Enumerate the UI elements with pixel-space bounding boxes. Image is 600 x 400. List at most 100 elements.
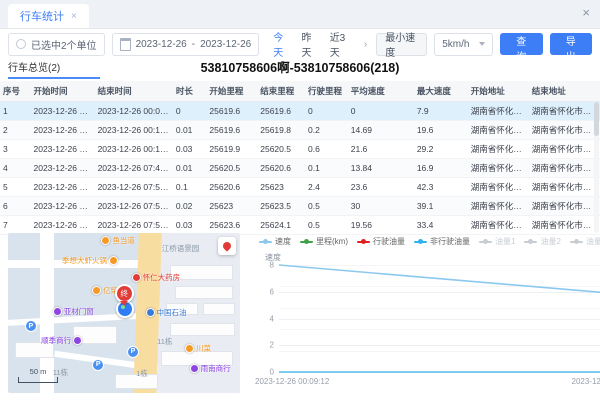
map-poi-poi[interactable]: 怀仁大药房	[132, 272, 181, 283]
range-button-today[interactable]: 今天	[266, 29, 294, 59]
table-cell: 25619.6	[206, 102, 257, 121]
tab-driving-statistics[interactable]: 行车统计 ×	[8, 4, 89, 28]
date-range-picker[interactable]: 2023-12-26 - 2023-12-26	[112, 33, 260, 56]
table-cell: 2.4	[305, 178, 348, 197]
window-close-icon[interactable]: ×	[582, 5, 590, 20]
poi-marker-icon	[92, 286, 101, 295]
unit-select-value: 已选中2个单位	[31, 37, 97, 52]
left-axis-tick: 2	[270, 341, 274, 350]
map-poi-label: 1栋	[136, 368, 148, 379]
table-row[interactable]: 52023-12-26 07:44:032023-12-26 07:50:090…	[0, 178, 600, 197]
export-button[interactable]: 导出	[550, 33, 592, 55]
overview-tab[interactable]: 行车总览(2)	[8, 59, 100, 79]
unit-select[interactable]: 已选中2个单位	[8, 33, 105, 56]
legend-item-mileage[interactable]: 里程(km)	[300, 236, 348, 247]
range-button-yesterday[interactable]: 昨天	[294, 29, 322, 59]
table-cell: 1	[0, 102, 31, 121]
legend-item-fuel-1[interactable]: 油量1	[479, 236, 515, 247]
table-cell: 0.5	[305, 197, 348, 216]
poi-marker-icon	[190, 364, 199, 373]
parking-icon: P	[127, 346, 139, 358]
column-header: 行驶里程	[305, 81, 348, 102]
table-cell: 湖南省怀化市沅陵县沅...	[468, 159, 529, 178]
map-panel[interactable]: 鱼当道季想大虾火锅江桥语景园怀仁大药房亿柴火鸡亚材门窗中国石油顺季商行川菜雨南商…	[8, 233, 240, 393]
map-poi-poi[interactable]: 亚材门窗	[53, 306, 94, 317]
table-cell: 湖南省怀化市沅陵县沅...	[468, 178, 529, 197]
column-header: 时长	[173, 81, 207, 102]
legend-label: 油量3	[586, 236, 600, 247]
map-poi-poi[interactable]: 季想大虾火锅	[62, 255, 118, 266]
table-cell: 25623	[257, 178, 305, 197]
table-cell: 30	[348, 197, 414, 216]
min-speed-select[interactable]: 5km/h	[434, 33, 493, 56]
table-row[interactable]: 22023-12-26 00:13:022023-12-26 00:13:510…	[0, 121, 600, 140]
legend-item-speed[interactable]: 速度	[259, 236, 291, 247]
table-cell: 0.01	[173, 121, 207, 140]
table-cell: 3	[0, 140, 31, 159]
legend-label: 非行驶油量	[430, 236, 470, 247]
table-scrollbar[interactable]	[594, 102, 599, 233]
table-cell: 16.9	[414, 159, 468, 178]
table-cell: 25619.9	[206, 140, 257, 159]
table-cell: 湖南省怀化市沅陵县沅...	[468, 140, 529, 159]
chart-plot-area: 速度 里程(km) 2023-12-26 00:09:12 2023-12-26…	[279, 265, 600, 373]
legend-item-fuel-2[interactable]: 油量2	[524, 236, 560, 247]
table-row[interactable]: 62023-12-26 07:50:302023-12-26 07:51:300…	[0, 197, 600, 216]
poi-label: 亚材门窗	[64, 306, 94, 317]
map-poi-parking[interactable]: P	[127, 346, 139, 358]
range-button-last-3-days[interactable]: 近3天	[323, 29, 355, 59]
table-row[interactable]: 42023-12-26 07:43:222023-12-26 07:43:480…	[0, 159, 600, 178]
query-button[interactable]: 查询	[500, 33, 542, 55]
legend-item-driving-fuel[interactable]: 行驶油量	[357, 236, 405, 247]
map-poi-parking[interactable]: P	[25, 320, 37, 332]
poi-label: 季想大虾火锅	[62, 255, 107, 266]
table-cell: 湖南省怀化市沅陵县沅...	[468, 121, 529, 140]
table-cell: 25619.8	[257, 121, 305, 140]
map-poi-parking[interactable]: P	[92, 359, 104, 371]
bottom-panels: 鱼当道季想大虾火锅江桥语景园怀仁大药房亿柴火鸡亚材门窗中国石油顺季商行川菜雨南商…	[0, 231, 600, 397]
table-cell: 25623	[206, 197, 257, 216]
column-header: 平均速度	[348, 81, 414, 102]
table-cell: 0.6	[305, 140, 348, 159]
table-row[interactable]: 12023-12-26 00:09:122023-12-26 00:09:250…	[0, 102, 600, 121]
x-axis-end-label: 2023-12-26 00:09:22	[572, 377, 600, 386]
legend-fuel-2-icon	[524, 241, 537, 243]
scrollbar-thumb[interactable]	[594, 102, 599, 136]
legend-label: 速度	[275, 236, 291, 247]
trip-table-wrap: 序号开始时间结束时间时长开始里程结束里程行驶里程平均速度最大速度开始地址结束地址…	[0, 81, 600, 235]
poi-label: 怀仁大药房	[143, 272, 181, 283]
map-poi-poi[interactable]: 川菜	[185, 343, 211, 354]
table-cell: 湖南省怀化市沅陵县沅...	[529, 159, 600, 178]
map-poi-poi[interactable]: 顺季商行	[41, 335, 82, 346]
column-header: 开始时间	[31, 81, 95, 102]
legend-item-non-driving-fuel[interactable]: 非行驶油量	[414, 236, 470, 247]
map-locate-button[interactable]	[218, 237, 236, 255]
more-ranges-icon[interactable]: ›	[362, 39, 369, 50]
date-start: 2023-12-26	[136, 39, 187, 50]
legend-label: 油量1	[495, 236, 515, 247]
tab-close-icon[interactable]: ×	[71, 11, 77, 22]
table-cell: 29.2	[414, 140, 468, 159]
column-header: 结束里程	[257, 81, 305, 102]
date-separator: -	[192, 39, 195, 50]
table-cell: 25620.5	[257, 140, 305, 159]
table-cell: 2023-12-26 00:14:38	[31, 140, 95, 159]
table-cell: 25619.6	[206, 121, 257, 140]
trip-end-marker[interactable]: 终	[115, 284, 134, 303]
table-row[interactable]: 32023-12-26 00:14:382023-12-26 00:16:180…	[0, 140, 600, 159]
table-cell: 42.3	[414, 178, 468, 197]
legend-label: 里程(km)	[316, 236, 348, 247]
min-speed-value: 5km/h	[442, 39, 469, 50]
map-poi-poi[interactable]: 雨南商行	[190, 363, 231, 374]
table-cell: 39.1	[414, 197, 468, 216]
table-cell: 23.6	[348, 178, 414, 197]
table-cell: 2023-12-26 00:13:51	[95, 121, 173, 140]
map-scale-label: 50 m	[30, 367, 47, 376]
map-poi-poi[interactable]: 中国石油	[146, 307, 187, 318]
map-poi-poi[interactable]: 鱼当道	[101, 235, 135, 246]
date-end: 2023-12-26	[200, 39, 251, 50]
legend-item-fuel-3[interactable]: 油量3	[570, 236, 600, 247]
table-cell: 湖南省怀化市沅陵县沅...	[529, 178, 600, 197]
min-speed-toggle[interactable]: 最小速度	[376, 33, 427, 56]
table-cell: 25620.6	[206, 178, 257, 197]
